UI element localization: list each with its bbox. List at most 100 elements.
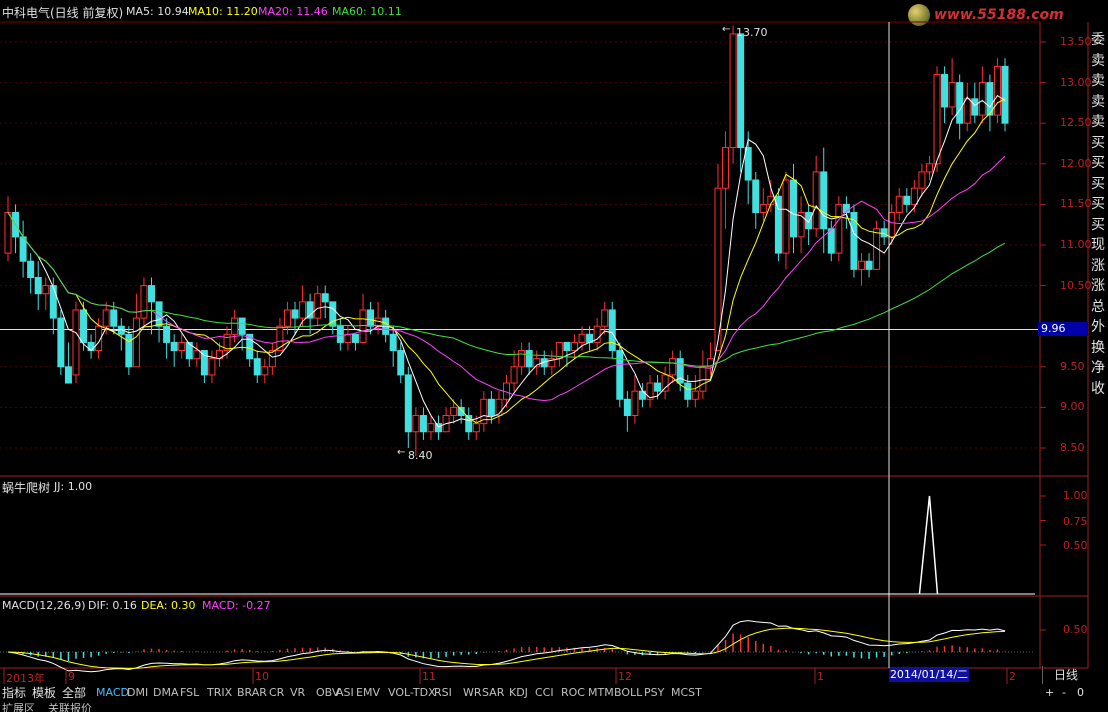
candle [865,253,873,278]
candle [691,374,699,408]
panel-frames [0,21,1089,669]
candle [669,350,677,384]
tab-psy[interactable]: PSY [644,684,664,702]
candle [419,407,427,440]
candle-body [283,309,291,327]
candle [774,188,782,262]
candle-body [722,147,730,189]
tab-wr[interactable]: WR [463,684,482,702]
zoom-in-button[interactable]: + [1045,684,1054,702]
candle [948,58,956,116]
tab-模板[interactable]: 模板 [32,684,56,702]
candle-body [948,82,956,108]
tab-指标[interactable]: 指标 [2,684,26,702]
side-panel-item[interactable]: 买 [1088,153,1108,174]
tab-trix[interactable]: TRIX [207,684,232,702]
period-button[interactable]: 日线 [1042,666,1089,684]
side-panel-item[interactable]: 买 [1088,215,1108,236]
tab-roc[interactable]: ROC [561,684,585,702]
side-panel-item[interactable]: 委 [1088,30,1108,51]
tab-emv[interactable]: EMV [356,684,380,702]
candle-body [404,374,412,433]
tab-boll[interactable]: BOLL [614,684,642,702]
tab-dmi[interactable]: DMI [127,684,148,702]
side-panel-item[interactable]: 净 [1088,358,1108,379]
candle-body [903,195,911,205]
tab-vol-tdx[interactable]: VOL-TDX [388,684,436,702]
zoom-out-button[interactable]: - [1062,684,1066,702]
candle-body [759,203,767,214]
candle-body [601,309,609,327]
candle [72,301,80,384]
tab-dma[interactable]: DMA [153,684,179,702]
high-price-label: 13.70 [736,26,768,39]
tab-macd[interactable]: MACD [96,684,129,702]
candle-body [472,423,480,433]
tab-cr[interactable]: CR [269,684,284,702]
candle [87,334,95,359]
side-panel-item[interactable]: 现 [1088,235,1108,256]
candle-body [865,260,873,270]
extension-area-tab[interactable]: 扩展区 [2,702,35,712]
candle [57,309,65,375]
candle-body [34,276,42,295]
side-panel-item[interactable]: 买 [1088,133,1108,154]
candle-body [435,423,443,433]
side-panel-item[interactable]: 买 [1088,174,1108,195]
candle [593,318,601,351]
side-panel-item[interactable]: 卖 [1088,51,1108,72]
tab-asi[interactable]: ASI [336,684,354,702]
candle [684,374,692,408]
tab-全部[interactable]: 全部 [62,684,86,702]
candle-body [654,382,662,392]
side-panel-item[interactable]: 涨 [1088,276,1108,297]
side-panel-item[interactable]: 总 [1088,297,1108,318]
candle-body [367,309,375,327]
side-panel-item[interactable]: 卖 [1088,92,1108,113]
candle-body [140,285,148,319]
candle-body [623,398,631,417]
tab-mtm[interactable]: MTM [588,684,614,702]
candle-body [752,179,760,214]
candle [631,374,639,424]
candle [857,253,865,286]
ma20-line [7,155,1006,402]
candle [608,301,616,359]
side-panel-item[interactable]: 换 [1088,338,1108,359]
date-axis-label: 12 [618,670,632,683]
side-panel-item[interactable]: 买 [1088,194,1108,215]
tab-kdj[interactable]: KDJ [509,684,528,702]
side-panel-item[interactable]: 涨 [1088,256,1108,277]
tab-cci[interactable]: CCI [535,684,554,702]
candle [993,58,1001,124]
tab-rsi[interactable]: RSI [434,684,452,702]
candle [185,341,193,367]
candle-body [737,33,745,149]
candle-body [744,147,752,181]
tab-sar[interactable]: SAR [482,684,504,702]
candle [744,131,752,205]
tab-brar[interactable]: BRAR [237,684,267,702]
candle-body [782,179,790,254]
candle-body [261,366,269,376]
date-axis-label: 9 [68,670,75,683]
candle-body [412,415,420,433]
candle [314,285,322,327]
candle [231,309,239,343]
side-panel-item[interactable]: 收 [1088,379,1108,400]
side-panel-item[interactable]: 卖 [1088,71,1108,92]
candle [752,171,760,229]
tab-fsl[interactable]: FSL [180,684,199,702]
side-panel-item[interactable]: 卖 [1088,112,1108,133]
low-arrow-icon: ← [397,447,406,458]
side-panel-item[interactable]: 外 [1088,317,1108,338]
candle-body [4,212,12,254]
candle-body [64,366,72,384]
price-axis-label: 12.00 [1060,156,1092,170]
tab-mcst[interactable]: MCST [671,684,702,702]
tab-vr[interactable]: VR [290,684,305,702]
candle-body [910,187,918,205]
macd-dif: DIF: 0.16 [88,599,137,612]
related-quote-tab[interactable]: 关联报价 [48,702,92,712]
candle [351,333,359,351]
